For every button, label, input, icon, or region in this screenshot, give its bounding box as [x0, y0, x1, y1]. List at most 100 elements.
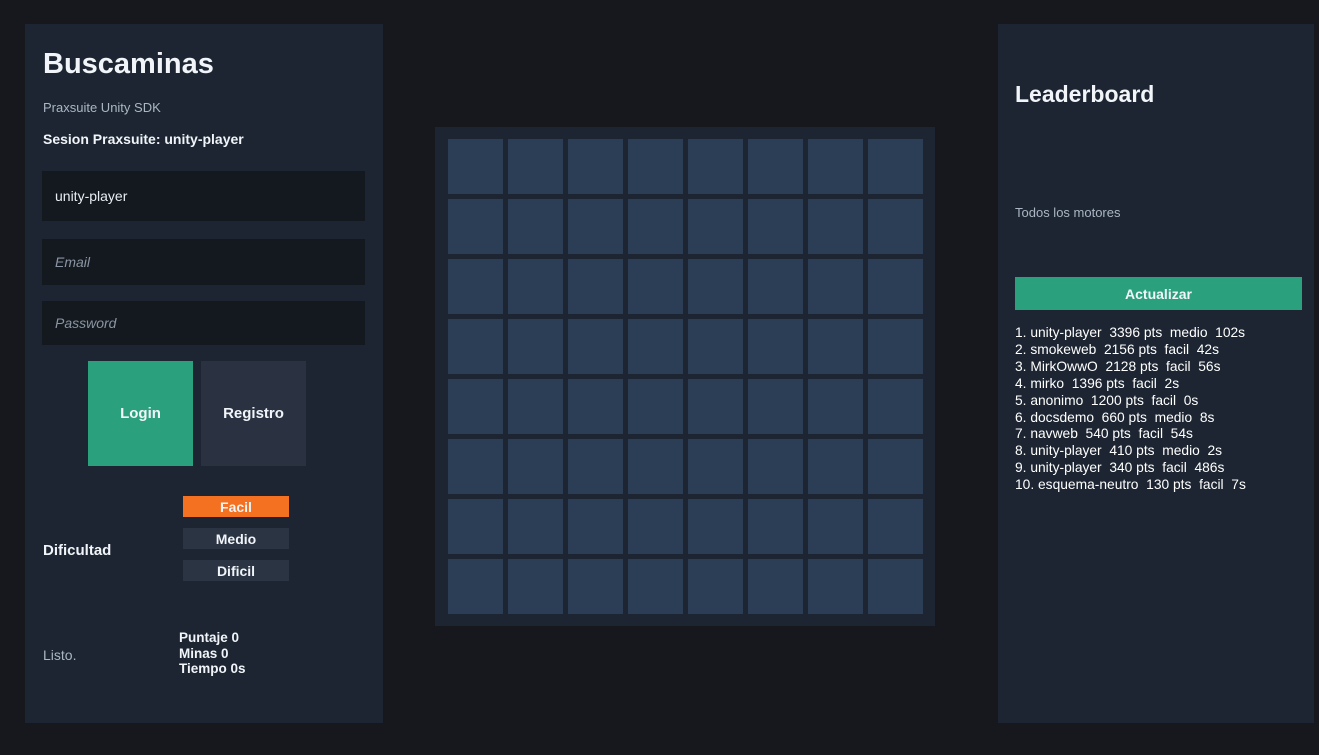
board-cell[interactable] — [448, 199, 503, 254]
score-readout: Puntaje 0 — [179, 630, 240, 645]
board-cell[interactable] — [688, 439, 743, 494]
refresh-button[interactable]: Actualizar — [1015, 277, 1302, 310]
board-cell[interactable] — [448, 379, 503, 434]
leaderboard-entry: 5. anonimo 1200 pts facil 0s — [1015, 392, 1199, 408]
leaderboard-panel: Leaderboard Todos los motores Actualizar… — [998, 24, 1314, 723]
leaderboard-list: 1. unity-player 3396 pts medio 102s 2. s… — [1015, 325, 1246, 494]
password-field[interactable]: Password — [42, 301, 365, 345]
board-cell[interactable] — [508, 499, 563, 554]
board-cell[interactable] — [628, 319, 683, 374]
board-cell[interactable] — [508, 379, 563, 434]
board-cell[interactable] — [688, 259, 743, 314]
difficulty-hard-button[interactable]: Dificil — [183, 560, 289, 581]
control-panel: Buscaminas Praxsuite Unity SDK Sesion Pr… — [25, 24, 383, 723]
password-placeholder: Password — [55, 315, 117, 331]
leaderboard-entry: 6. docsdemo 660 pts medio 8s — [1015, 409, 1215, 425]
board-cell[interactable] — [448, 259, 503, 314]
board-cell[interactable] — [628, 499, 683, 554]
board-cell[interactable] — [568, 319, 623, 374]
board-cell[interactable] — [808, 559, 863, 614]
login-button[interactable]: Login — [88, 361, 193, 466]
board-cell[interactable] — [748, 499, 803, 554]
session-label: Sesion Praxsuite: unity-player — [43, 131, 244, 147]
board-cell[interactable] — [568, 259, 623, 314]
board-cell[interactable] — [568, 559, 623, 614]
board-cell[interactable] — [748, 379, 803, 434]
board-cell[interactable] — [628, 439, 683, 494]
board-cell[interactable] — [448, 559, 503, 614]
board-cell[interactable] — [808, 319, 863, 374]
board-cell[interactable] — [748, 139, 803, 194]
board-cell[interactable] — [508, 319, 563, 374]
leaderboard-entry: 10. esquema-neutro 130 pts facil 7s — [1015, 477, 1246, 493]
board-cell[interactable] — [448, 139, 503, 194]
board-cell[interactable] — [508, 259, 563, 314]
leaderboard-entry: 9. unity-player 340 pts facil 486s — [1015, 460, 1225, 476]
sdk-subtitle: Praxsuite Unity SDK — [43, 100, 161, 115]
status-text: Listo. — [43, 647, 77, 663]
board-cell[interactable] — [808, 139, 863, 194]
board-cell[interactable] — [748, 319, 803, 374]
board-cell[interactable] — [748, 259, 803, 314]
email-placeholder: Email — [55, 254, 91, 270]
board-cell[interactable] — [448, 499, 503, 554]
board-cell[interactable] — [508, 199, 563, 254]
board-cell[interactable] — [688, 559, 743, 614]
board-cell[interactable] — [868, 439, 923, 494]
board-cell[interactable] — [568, 439, 623, 494]
board-cell[interactable] — [688, 499, 743, 554]
board-cell[interactable] — [688, 139, 743, 194]
board-cell[interactable] — [868, 319, 923, 374]
leaderboard-entry: 3. MirkOwwO 2128 pts facil 56s — [1015, 358, 1221, 374]
difficulty-label: Dificultad — [43, 542, 112, 559]
board-cell[interactable] — [808, 499, 863, 554]
register-button[interactable]: Registro — [201, 361, 306, 466]
board-cell[interactable] — [568, 499, 623, 554]
leaderboard-entry: 7. navweb 540 pts facil 54s — [1015, 426, 1193, 442]
stats-block: Puntaje 0 Minas 0 Tiempo 0s — [179, 630, 246, 677]
board-cell[interactable] — [748, 559, 803, 614]
username-value: unity-player — [55, 188, 128, 204]
board-cell[interactable] — [688, 379, 743, 434]
leaderboard-entry: 4. mirko 1396 pts facil 2s — [1015, 375, 1180, 391]
board-cell[interactable] — [868, 559, 923, 614]
board-cell[interactable] — [868, 199, 923, 254]
board-cell[interactable] — [628, 259, 683, 314]
board-cell[interactable] — [508, 439, 563, 494]
board-cell[interactable] — [748, 199, 803, 254]
leaderboard-filter: Todos los motores — [1015, 205, 1121, 220]
board-cell[interactable] — [448, 439, 503, 494]
board-cell[interactable] — [688, 199, 743, 254]
board-cell[interactable] — [808, 199, 863, 254]
board-cell[interactable] — [868, 139, 923, 194]
board-cell[interactable] — [868, 499, 923, 554]
board-cell[interactable] — [628, 199, 683, 254]
board-cell[interactable] — [628, 559, 683, 614]
difficulty-easy-button[interactable]: Facil — [183, 496, 289, 517]
board-cell[interactable] — [568, 199, 623, 254]
difficulty-medium-button[interactable]: Medio — [183, 528, 289, 549]
board-cell[interactable] — [868, 379, 923, 434]
board-cell[interactable] — [508, 559, 563, 614]
board-cell[interactable] — [568, 139, 623, 194]
board-cell[interactable] — [448, 319, 503, 374]
board-cell[interactable] — [808, 379, 863, 434]
username-field[interactable]: unity-player — [42, 171, 365, 221]
board-cell[interactable] — [868, 259, 923, 314]
leaderboard-title: Leaderboard — [1015, 81, 1155, 107]
board-cell[interactable] — [628, 139, 683, 194]
board-cell[interactable] — [508, 139, 563, 194]
game-title: Buscaminas — [43, 48, 214, 80]
time-readout: Tiempo 0s — [179, 661, 246, 676]
leaderboard-entry: 1. unity-player 3396 pts medio 102s — [1015, 325, 1246, 340]
board-cell[interactable] — [568, 379, 623, 434]
mines-readout: Minas 0 — [179, 645, 229, 661]
board-cell[interactable] — [628, 379, 683, 434]
minesweeper-board — [435, 127, 935, 626]
email-field[interactable]: Email — [42, 239, 365, 285]
board-cell[interactable] — [808, 259, 863, 314]
board-cell[interactable] — [748, 439, 803, 494]
board-grid — [448, 139, 923, 614]
board-cell[interactable] — [808, 439, 863, 494]
board-cell[interactable] — [688, 319, 743, 374]
